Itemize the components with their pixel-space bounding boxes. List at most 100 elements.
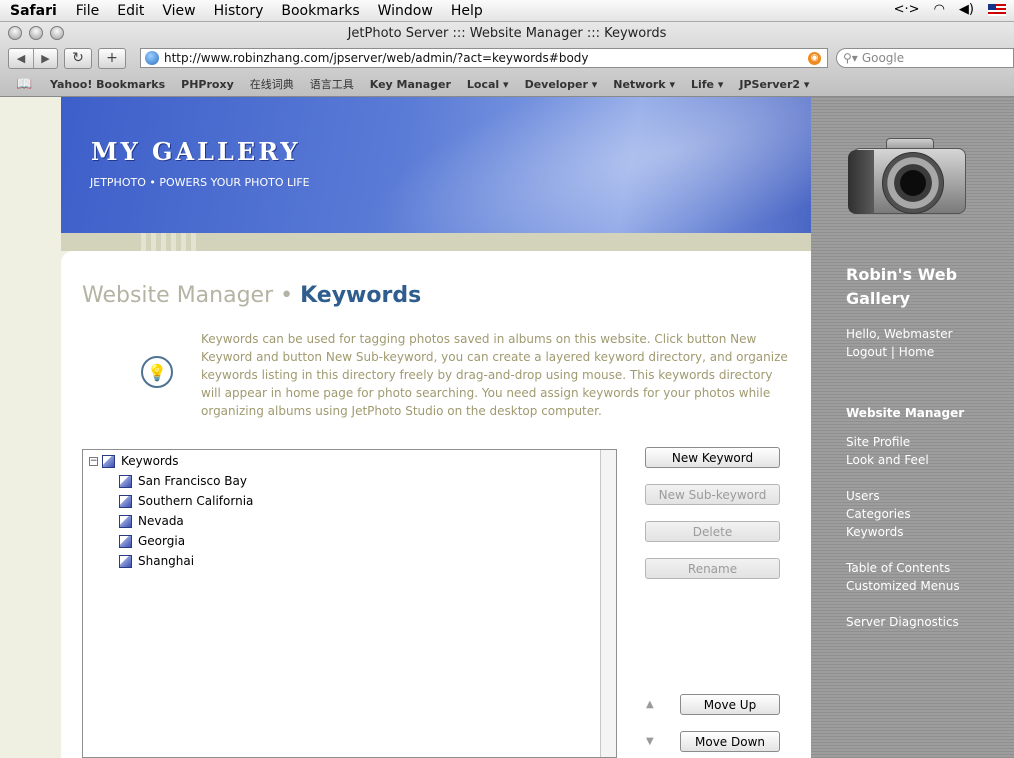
tree-item-label: San Francisco Bay (138, 474, 247, 488)
collapse-toggle-icon[interactable]: − (89, 456, 98, 466)
account-links: Logout | Home (846, 345, 934, 359)
keyword-icon (119, 494, 132, 508)
address-bar[interactable]: http://www.robinzhang.com/jpserver/web/a… (140, 48, 828, 68)
window-titlebar: JetPhoto Server ::: Website Manager ::: … (0, 22, 1014, 44)
volume-icon[interactable]: ◀) (959, 2, 974, 17)
sidebar-link-table-of-contents[interactable]: Table of Contents (846, 561, 950, 575)
back-arrow-icon[interactable]: ◀ (9, 49, 33, 68)
plus-icon: + (106, 50, 118, 66)
tree-root-row[interactable]: − Keywords (89, 452, 179, 470)
up-triangle-icon: ▲ (646, 699, 654, 710)
camera-grip (848, 150, 874, 214)
search-field[interactable]: ⚲▾ Google (836, 48, 1014, 68)
new-sub-keyword-button[interactable]: New Sub-keyword (645, 484, 780, 505)
menu-window[interactable]: Window (369, 3, 442, 19)
address-text: http://www.robinzhang.com/jpserver/web/a… (164, 51, 589, 65)
close-window-button[interactable] (8, 26, 22, 40)
window-title: JetPhoto Server ::: Website Manager ::: … (347, 25, 667, 41)
link-separator: | (890, 345, 895, 359)
forward-arrow-icon[interactable]: ▶ (33, 48, 57, 68)
gallery-logo-subtitle: JETPHOTO • POWERS YOUR PHOTO LIFE (90, 176, 310, 189)
sidebar-link-site-profile[interactable]: Site Profile (846, 435, 910, 449)
down-triangle-icon: ▼ (646, 736, 654, 747)
tree-item[interactable]: Shanghai (119, 552, 194, 570)
admin-sidebar: Robin's Web Gallery Hello, Webmaster Log… (811, 97, 1014, 758)
bookmark-key-manager[interactable]: Key Manager (362, 78, 459, 91)
menu-extras: <·> ◠ ◀) (894, 2, 1006, 17)
nav-buttons: ◀ ▶ (8, 47, 58, 69)
keyword-icon (119, 534, 132, 548)
menu-view[interactable]: View (153, 3, 204, 19)
page-left-gutter (0, 97, 61, 758)
browser-toolbar: ◀ ▶ ↻ + http://www.robinzhang.com/jpserv… (0, 44, 1014, 72)
bookmark-jpserver2-menu[interactable]: JPServer2 ▾ (731, 78, 817, 91)
bookmark-yahoo[interactable]: Yahoo! Bookmarks (42, 78, 173, 91)
bookmark-language-tools[interactable]: 语言工具 (302, 76, 362, 92)
pixel-decoration (141, 233, 201, 251)
gallery-banner: MY GALLERY JETPHOTO • POWERS YOUR PHOTO … (61, 97, 811, 233)
add-bookmark-button[interactable]: + (98, 47, 126, 69)
keyword-icon (119, 554, 132, 568)
sidebar-link-customized-menus[interactable]: Customized Menus (846, 579, 960, 593)
menu-history[interactable]: History (205, 3, 273, 19)
reload-button[interactable]: ↻ (64, 47, 92, 69)
sidebar-link-keywords[interactable]: Keywords (846, 525, 904, 539)
home-link[interactable]: Home (899, 345, 934, 359)
page-title-section: Website Manager (82, 283, 274, 308)
keyword-folder-icon (102, 454, 115, 468)
greeting-text: Hello, Webmaster (846, 327, 953, 341)
gallery-logo-title[interactable]: MY GALLERY (91, 137, 301, 166)
menu-app-safari[interactable]: Safari (0, 3, 67, 19)
tree-scrollbar[interactable] (600, 450, 616, 757)
sync-icon[interactable]: <·> (894, 2, 920, 17)
keyword-icon (119, 514, 132, 528)
rss-icon[interactable]: ◉ (808, 52, 821, 65)
menu-edit[interactable]: Edit (108, 3, 153, 19)
sidebar-link-users[interactable]: Users (846, 489, 880, 503)
menu-file[interactable]: File (67, 3, 108, 19)
lightbulb-icon: 💡 (141, 356, 173, 388)
tree-item-label: Georgia (138, 534, 186, 548)
keyword-tree[interactable]: − Keywords San Francisco Bay Southern Ca… (82, 449, 617, 758)
keywords-description: Keywords can be used for tagging photos … (201, 332, 788, 418)
delete-button[interactable]: Delete (645, 521, 780, 542)
camera-icon (848, 130, 973, 220)
search-placeholder: Google (861, 51, 905, 65)
bookmark-local-menu[interactable]: Local ▾ (459, 78, 517, 91)
sidebar-link-look-and-feel[interactable]: Look and Feel (846, 453, 929, 467)
page-title: Website Manager • Keywords (82, 283, 421, 308)
tree-item[interactable]: Georgia (119, 532, 185, 550)
page-title-separator: • (280, 283, 294, 308)
mac-menu-bar: Safari File Edit View History Bookmarks … (0, 0, 1014, 22)
banner-band (61, 233, 811, 251)
rename-button[interactable]: Rename (645, 558, 780, 579)
sidebar-link-server-diagnostics[interactable]: Server Diagnostics (846, 615, 959, 629)
new-keyword-button[interactable]: New Keyword (645, 447, 780, 468)
wifi-icon[interactable]: ◠ (934, 2, 945, 17)
sidebar-link-categories[interactable]: Categories (846, 507, 911, 521)
search-icon: ⚲▾ (843, 51, 858, 65)
bookmarks-book-icon[interactable]: 📖 (16, 77, 32, 92)
us-flag-input-icon[interactable] (988, 3, 1006, 16)
bookmark-dictionary[interactable]: 在线词典 (242, 76, 302, 92)
bookmark-life-menu[interactable]: Life ▾ (683, 78, 731, 91)
menu-help[interactable]: Help (442, 3, 492, 19)
zoom-window-button[interactable] (50, 26, 64, 40)
tree-item-label: Nevada (138, 514, 184, 528)
bookmark-phproxy[interactable]: PHProxy (173, 78, 242, 91)
tree-item[interactable]: Southern California (119, 492, 253, 510)
move-down-button[interactable]: Move Down (680, 731, 780, 752)
site-globe-icon (145, 51, 159, 65)
bookmark-developer-menu[interactable]: Developer ▾ (517, 78, 606, 91)
minimize-window-button[interactable] (29, 26, 43, 40)
logout-link[interactable]: Logout (846, 345, 887, 359)
bookmarks-bar: 📖 Yahoo! Bookmarks PHProxy 在线词典 语言工具 Key… (0, 72, 1014, 96)
bookmark-network-menu[interactable]: Network ▾ (605, 78, 683, 91)
tree-item[interactable]: Nevada (119, 512, 184, 530)
tree-item[interactable]: San Francisco Bay (119, 472, 247, 490)
main-content: Website Manager • Keywords 💡 Keywords ca… (61, 251, 811, 758)
menu-bookmarks[interactable]: Bookmarks (272, 3, 368, 19)
site-title[interactable]: Robin's Web Gallery (846, 263, 996, 311)
move-up-button[interactable]: Move Up (680, 694, 780, 715)
web-page: MY GALLERY JETPHOTO • POWERS YOUR PHOTO … (0, 97, 1014, 758)
